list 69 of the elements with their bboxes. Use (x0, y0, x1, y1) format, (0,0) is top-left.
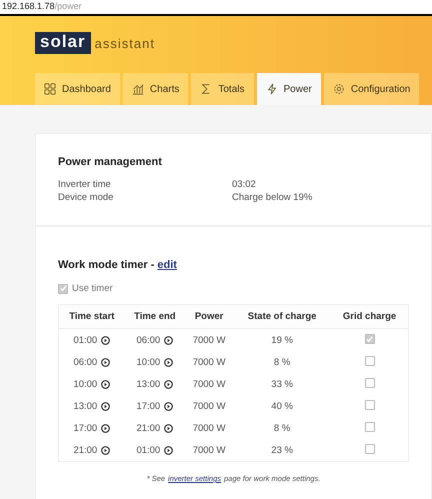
time-text: 17:00 (73, 422, 98, 434)
checkbox-label: Use timer (72, 283, 113, 294)
field-label: Device mode (58, 192, 114, 203)
checkbox[interactable] (58, 284, 68, 294)
section-title: Power management (58, 156, 163, 168)
table-cell: 23 % (271, 444, 293, 456)
table-cell: 7000 W (192, 444, 226, 456)
nav-tab[interactable]: Configuration (324, 73, 420, 105)
time-text: 13:00 (73, 400, 98, 412)
field-value: 03:02 (232, 179, 257, 190)
clock-icon[interactable] (164, 336, 174, 344)
clock-icon[interactable] (164, 380, 174, 388)
time-text: 06:00 (136, 334, 160, 346)
table-cell: 7000 W (192, 378, 226, 390)
checkbox[interactable] (364, 422, 375, 432)
table-cell: 7000 W (192, 422, 226, 434)
lightning-icon (266, 83, 278, 95)
nav-tab[interactable]: Charts (122, 73, 188, 105)
clock-icon[interactable] (101, 358, 110, 366)
clock-icon[interactable] (164, 402, 174, 410)
time-text: 21:00 (73, 444, 98, 456)
gear-icon (332, 83, 345, 95)
field-label: Inverter time (58, 179, 112, 190)
column-header: Time start (58, 304, 125, 328)
checkbox[interactable] (364, 400, 375, 410)
clock-icon[interactable] (164, 424, 174, 432)
field-value: Charge below 19% (232, 192, 314, 203)
column-header: Time end (124, 304, 185, 328)
table-cell: 7000 W (192, 334, 226, 346)
section-title: Work mode timer - (58, 259, 154, 271)
time-text: 01:00 (136, 444, 160, 456)
column-header: Grid charge (331, 304, 408, 328)
nav-tab[interactable]: Power (256, 73, 321, 105)
table-cell: 7000 W (192, 356, 226, 368)
column-header: State of charge (233, 304, 332, 328)
table-cell: 40 % (271, 400, 293, 412)
bar-chart-icon (132, 83, 144, 95)
time-text: 13:00 (136, 378, 160, 390)
column-header: Power (185, 304, 234, 328)
time-text: 06:00 (73, 356, 98, 368)
nav-tab[interactable]: Dashboard (35, 73, 120, 105)
checkbox[interactable] (364, 334, 375, 344)
logo-text: assistant (94, 36, 155, 50)
clock-icon[interactable] (101, 336, 110, 344)
time-text: 01:00 (73, 334, 98, 346)
time-text: 17:00 (136, 400, 160, 412)
table-cell: 8 % (274, 356, 290, 368)
clock-icon[interactable] (101, 380, 110, 388)
clock-icon[interactable] (101, 446, 110, 454)
edit-link[interactable]: edit (157, 259, 177, 271)
clock-icon[interactable] (101, 402, 110, 410)
table-cell: 7000 W (192, 400, 226, 412)
nav-tab[interactable]: Totals (191, 73, 254, 105)
address-bar[interactable]: 192.168.1.78/power (0, 0, 432, 16)
checkbox[interactable] (364, 378, 375, 388)
checkbox[interactable] (364, 356, 375, 366)
clock-icon[interactable] (164, 358, 174, 366)
grid-icon (44, 83, 56, 95)
clock-icon[interactable] (164, 446, 174, 454)
time-text: 10:00 (73, 378, 98, 390)
checkbox[interactable] (364, 444, 375, 454)
table-cell: 8 % (274, 422, 290, 434)
table-cell: 19 % (271, 334, 293, 346)
time-text: 21:00 (136, 422, 160, 434)
time-text: 10:00 (136, 356, 160, 368)
clock-icon[interactable] (101, 424, 110, 432)
table-cell: 33 % (271, 378, 293, 390)
logo-mark: solar (35, 32, 91, 54)
sigma-icon (200, 83, 212, 95)
